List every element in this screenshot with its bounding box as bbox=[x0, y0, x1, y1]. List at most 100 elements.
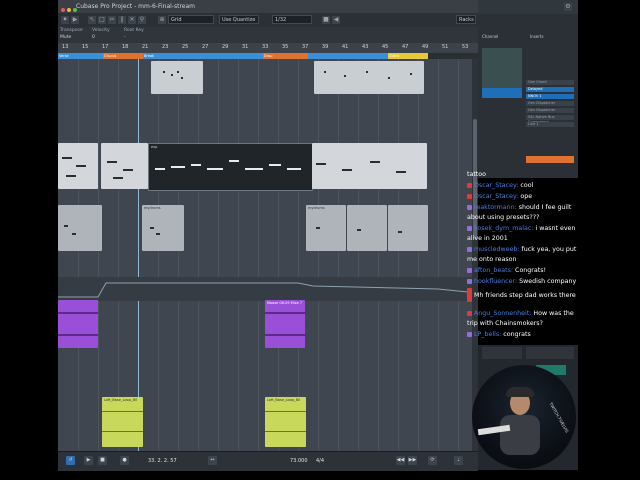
rewind-icon[interactable]: ◀◀ bbox=[396, 456, 405, 465]
chat-message: Oscar_Stacey: cool bbox=[467, 181, 579, 191]
zoom-tool-icon[interactable]: ⚲ bbox=[138, 16, 146, 24]
chat-text: congrats bbox=[503, 331, 531, 338]
playhead-cursor[interactable] bbox=[138, 59, 139, 451]
audio-clip[interactable] bbox=[58, 300, 98, 348]
clip-name: Loft_Base_Loop_80 bbox=[104, 398, 138, 402]
chat-message: Oscar_Stacey: ope bbox=[467, 192, 579, 202]
grid-line bbox=[398, 59, 399, 451]
midi-note bbox=[342, 169, 352, 171]
grid-line bbox=[458, 59, 459, 451]
settings-gear-icon[interactable]: ⚙ bbox=[564, 3, 572, 11]
maximize-icon[interactable] bbox=[73, 8, 77, 12]
insert-active-slot[interactable] bbox=[526, 156, 574, 163]
insert-slot[interactable]: Gen Dispatcher bbox=[526, 101, 574, 106]
waveform bbox=[265, 431, 306, 432]
drum-clip[interactable]: mydrums bbox=[142, 205, 184, 251]
insert-slot[interactable]: NNOV 1 bbox=[526, 94, 574, 99]
loop-icon[interactable]: ↺ bbox=[66, 456, 75, 465]
drum-clip[interactable] bbox=[347, 205, 387, 251]
info-value-transpose[interactable]: Mute bbox=[60, 35, 71, 40]
stop-icon[interactable]: ■ bbox=[98, 456, 107, 465]
nudge-icon[interactable]: ◀ bbox=[332, 16, 340, 24]
info-value-velocity[interactable]: 0 bbox=[92, 35, 95, 40]
cycle-icon[interactable]: ⟳ bbox=[428, 456, 437, 465]
ruler-number: 37 bbox=[302, 44, 309, 50]
position-display[interactable]: 33. 2. 2. 57 bbox=[148, 458, 177, 464]
channel-header[interactable] bbox=[482, 347, 522, 359]
midi-note bbox=[229, 160, 239, 162]
range-tool-icon[interactable]: □ bbox=[98, 16, 106, 24]
grid-line bbox=[238, 59, 239, 451]
midi-clip[interactable] bbox=[58, 143, 98, 189]
streamer-body bbox=[500, 415, 540, 455]
quantize-mode-select[interactable]: Use Quantize bbox=[219, 15, 259, 24]
activate-project-icon[interactable]: ⚫ bbox=[61, 16, 69, 24]
chat-username[interactable]: Oscar_Stacey: bbox=[474, 182, 518, 189]
ruler-number: 18 bbox=[122, 44, 129, 50]
midi-clip[interactable] bbox=[312, 143, 427, 189]
waveform bbox=[58, 312, 98, 314]
ruler-number: 45 bbox=[382, 44, 389, 50]
punch-icon[interactable]: ↔ bbox=[208, 456, 217, 465]
arrangement-area[interactable]: exp mydrums mydrums Moose 08-09 Mixe 7 L… bbox=[58, 59, 478, 451]
insert-slot[interactable]: Gen Dispatcher bbox=[526, 108, 574, 113]
insert-slot[interactable]: Gen Chord bbox=[526, 80, 574, 85]
chat-username[interactable]: kosek_dym_malac: bbox=[474, 225, 533, 232]
glue-tool-icon[interactable]: ∥ bbox=[118, 16, 126, 24]
channel-header[interactable] bbox=[526, 347, 574, 359]
split-tool-icon[interactable]: ✂ bbox=[108, 16, 116, 24]
insert-slot[interactable]: Delayed bbox=[526, 87, 574, 92]
channel-selected[interactable] bbox=[482, 88, 522, 98]
badge-icon bbox=[467, 246, 472, 252]
midi-note bbox=[316, 163, 326, 165]
chat-username[interactable]: Oscar_Stacey: bbox=[474, 193, 518, 200]
automation-curve[interactable] bbox=[58, 277, 478, 301]
info-value-rootkey[interactable]: - bbox=[124, 35, 126, 40]
insert-slot[interactable]: Line 1 bbox=[526, 122, 574, 127]
minimize-icon[interactable] bbox=[67, 8, 71, 12]
audio-clip[interactable]: Loft_Base_Loop_80 bbox=[102, 397, 143, 447]
audio-clip[interactable]: Moose 08-09 Mixe 7 bbox=[265, 300, 305, 348]
midi-clip[interactable] bbox=[101, 143, 148, 189]
color-palette-icon[interactable]: ■ bbox=[322, 16, 330, 24]
clip-name: mydrums bbox=[144, 206, 161, 210]
snap-icon[interactable]: ⊕ bbox=[158, 16, 166, 24]
play-icon[interactable]: ▶ bbox=[84, 456, 93, 465]
insert-slot[interactable]: SSL Native Bus Compressor bbox=[526, 115, 574, 124]
forward-icon[interactable]: ▶▶ bbox=[408, 456, 417, 465]
constrain-delay-icon[interactable]: ▶ bbox=[71, 16, 79, 24]
signature-display[interactable]: 4/4 bbox=[316, 458, 324, 464]
chat-message: hookfluencer: Swedish company bbox=[467, 277, 579, 287]
audio-clip[interactable]: Loft_Base_Loop_80 bbox=[265, 397, 306, 447]
record-icon[interactable]: ● bbox=[120, 456, 129, 465]
close-icon[interactable] bbox=[61, 8, 65, 12]
grid-type-select[interactable]: Grid bbox=[168, 15, 214, 24]
drum-clip[interactable] bbox=[58, 205, 102, 251]
erase-tool-icon[interactable]: ✕ bbox=[128, 16, 136, 24]
webcam-overlay: TWITCH.TV/ELVIS bbox=[472, 365, 576, 469]
chat-username[interactable]: hookfluencer: bbox=[474, 278, 517, 285]
chat-username[interactable]: reaktormann: bbox=[474, 204, 517, 211]
automation-lane[interactable] bbox=[58, 277, 478, 301]
chat-username[interactable]: afton_beats: bbox=[474, 267, 513, 274]
quantize-value-select[interactable]: 1/32 bbox=[272, 15, 312, 24]
grid-line bbox=[258, 59, 259, 451]
chat-username[interactable]: Angu_Sonnenheit: bbox=[474, 310, 531, 317]
info-label-rootkey: Root Key bbox=[124, 28, 144, 33]
drum-clip[interactable]: mydrums bbox=[306, 205, 346, 251]
object-select-tool-icon[interactable]: ↖ bbox=[88, 16, 96, 24]
midi-note bbox=[177, 71, 179, 73]
drum-clip[interactable] bbox=[388, 205, 428, 251]
midi-clip[interactable] bbox=[151, 61, 203, 94]
selected-midi-clip[interactable]: exp bbox=[148, 143, 313, 191]
racks-button[interactable]: Racks bbox=[456, 15, 476, 24]
ruler-number: 27 bbox=[202, 44, 209, 50]
midi-note bbox=[344, 75, 346, 77]
metronome-icon[interactable]: ♩ bbox=[454, 456, 463, 465]
chat-username[interactable]: LP_bells: bbox=[474, 331, 501, 338]
midi-clip[interactable] bbox=[314, 61, 424, 94]
toolbar: ⚫ ▶ ↖ □ ✂ ∥ ✕ ⚲ ⊕ Grid Use Quantize 1/32… bbox=[58, 13, 478, 28]
tempo-display[interactable]: 73.000 bbox=[290, 458, 308, 464]
chat-username[interactable]: muscledweeb: bbox=[474, 246, 520, 253]
midi-note bbox=[107, 161, 117, 163]
